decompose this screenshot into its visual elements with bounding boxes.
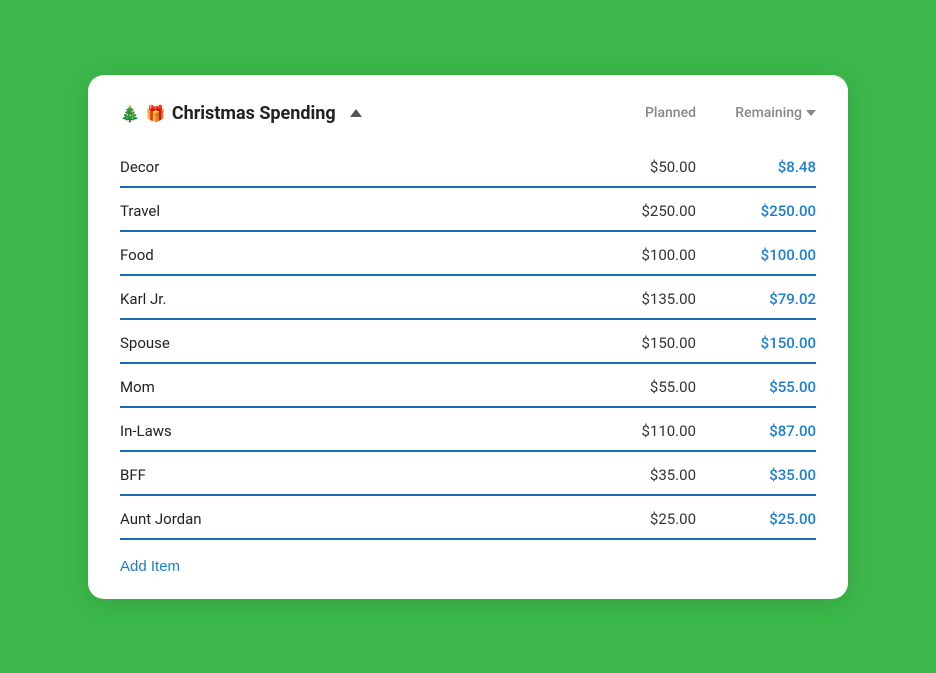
item-planned: $250.00 [576, 202, 696, 220]
table-row[interactable]: Mom$55.00$55.00 [120, 364, 816, 408]
item-planned: $135.00 [576, 290, 696, 308]
item-planned: $100.00 [576, 246, 696, 264]
item-name: Decor [120, 158, 576, 176]
item-remaining: $250.00 [696, 202, 816, 220]
card-header: 🎄 🎁 Christmas Spending Planned Remaining [120, 103, 816, 124]
table-row[interactable]: In-Laws$110.00$87.00 [120, 408, 816, 452]
table-row[interactable]: Travel$250.00$250.00 [120, 188, 816, 232]
gift-emoji: 🎁 [146, 104, 166, 123]
header-left: 🎄 🎁 Christmas Spending [120, 103, 362, 124]
item-remaining: $150.00 [696, 334, 816, 352]
table-row[interactable]: Aunt Jordan$25.00$25.00 [120, 496, 816, 540]
item-name: Travel [120, 202, 576, 220]
collapse-icon[interactable] [350, 109, 362, 117]
column-headers: Planned Remaining [576, 105, 816, 121]
item-remaining: $87.00 [696, 422, 816, 440]
item-planned: $110.00 [576, 422, 696, 440]
item-remaining: $35.00 [696, 466, 816, 484]
item-name: In-Laws [120, 422, 576, 440]
item-planned: $50.00 [576, 158, 696, 176]
item-name: Karl Jr. [120, 290, 576, 308]
item-name: Mom [120, 378, 576, 396]
item-remaining: $25.00 [696, 510, 816, 528]
item-remaining: $79.02 [696, 290, 816, 308]
item-remaining: $100.00 [696, 246, 816, 264]
item-remaining: $55.00 [696, 378, 816, 396]
item-remaining: $8.48 [696, 158, 816, 176]
remaining-header: Remaining [696, 105, 816, 121]
table-row[interactable]: Spouse$150.00$150.00 [120, 320, 816, 364]
item-planned: $25.00 [576, 510, 696, 528]
item-name: BFF [120, 466, 576, 484]
table-row[interactable]: BFF$35.00$35.00 [120, 452, 816, 496]
tree-emoji: 🎄 [120, 104, 140, 123]
item-planned: $55.00 [576, 378, 696, 396]
item-name: Spouse [120, 334, 576, 352]
page-title: Christmas Spending [172, 103, 336, 124]
add-item-button[interactable]: Add Item [120, 558, 180, 575]
table-row[interactable]: Decor$50.00$8.48 [120, 144, 816, 188]
table-row[interactable]: Food$100.00$100.00 [120, 232, 816, 276]
item-name: Food [120, 246, 576, 264]
items-table: Decor$50.00$8.48Travel$250.00$250.00Food… [120, 144, 816, 540]
item-name: Aunt Jordan [120, 510, 576, 528]
item-planned: $35.00 [576, 466, 696, 484]
item-planned: $150.00 [576, 334, 696, 352]
sort-icon[interactable] [806, 110, 816, 116]
table-row[interactable]: Karl Jr.$135.00$79.02 [120, 276, 816, 320]
spending-card: 🎄 🎁 Christmas Spending Planned Remaining… [88, 75, 848, 599]
planned-header: Planned [576, 105, 696, 121]
